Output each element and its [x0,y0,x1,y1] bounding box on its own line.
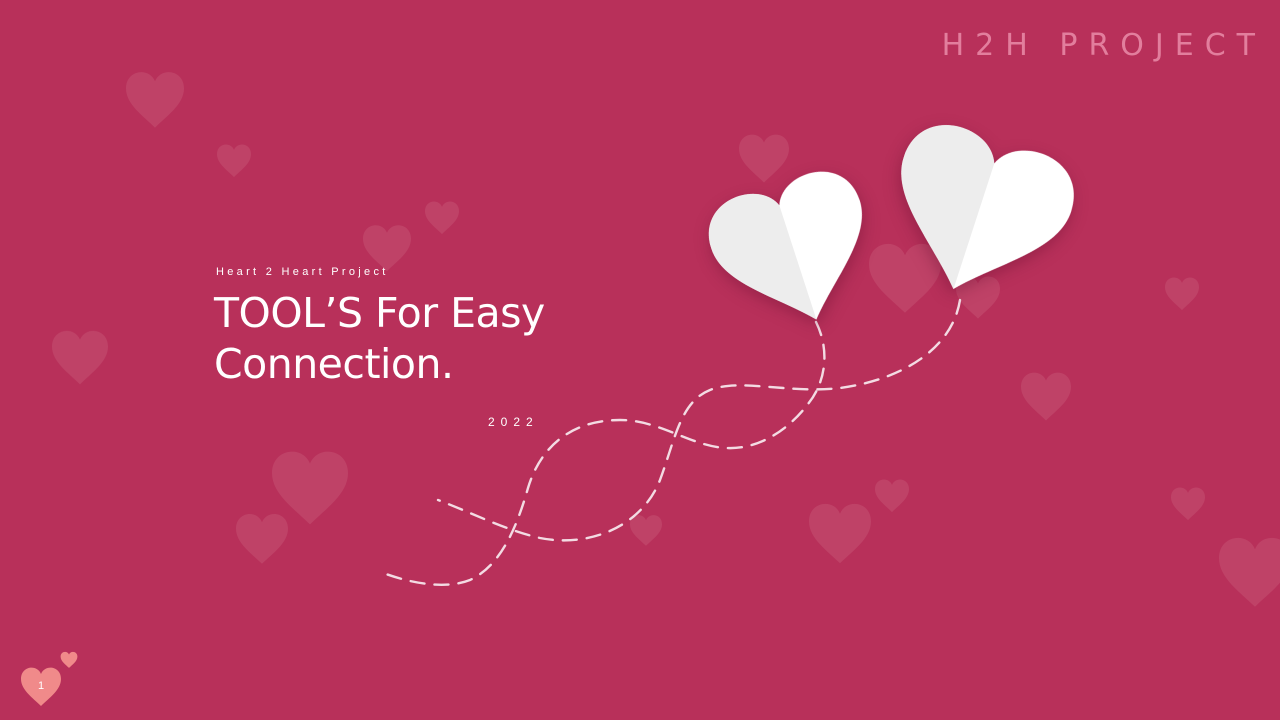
heart-icon [21,651,78,706]
bg-heart-icon [1165,277,1199,311]
bg-heart-icon [809,503,871,564]
background-hearts [21,72,1280,706]
bg-heart-icon [217,144,251,178]
bg-heart-icon [1171,487,1205,521]
bg-heart-icon [272,451,348,525]
slide-title: TOOL’S For Easy Connection. [214,289,545,388]
bg-heart-icon [869,243,941,313]
bg-heart-icon [425,201,459,235]
slide-kicker: Heart 2 Heart Project [216,266,389,278]
bg-heart-icon [739,134,789,183]
bg-heart-icon [363,225,411,272]
title-slide: H2H PROJECT Heart 2 Heart Project TOOL’S… [0,0,1280,720]
bg-heart-icon [1021,372,1071,421]
page-number: 1 [37,680,45,692]
slide-year: 2022 [488,415,539,429]
brand-name: H2H PROJECT [941,28,1266,63]
bg-heart-icon [236,513,288,564]
bg-heart-icon [630,515,662,546]
bg-heart-icon [1219,537,1280,607]
bg-heart-icon [52,330,108,385]
bg-heart-icon [126,72,184,128]
bg-heart-icon [875,479,909,513]
